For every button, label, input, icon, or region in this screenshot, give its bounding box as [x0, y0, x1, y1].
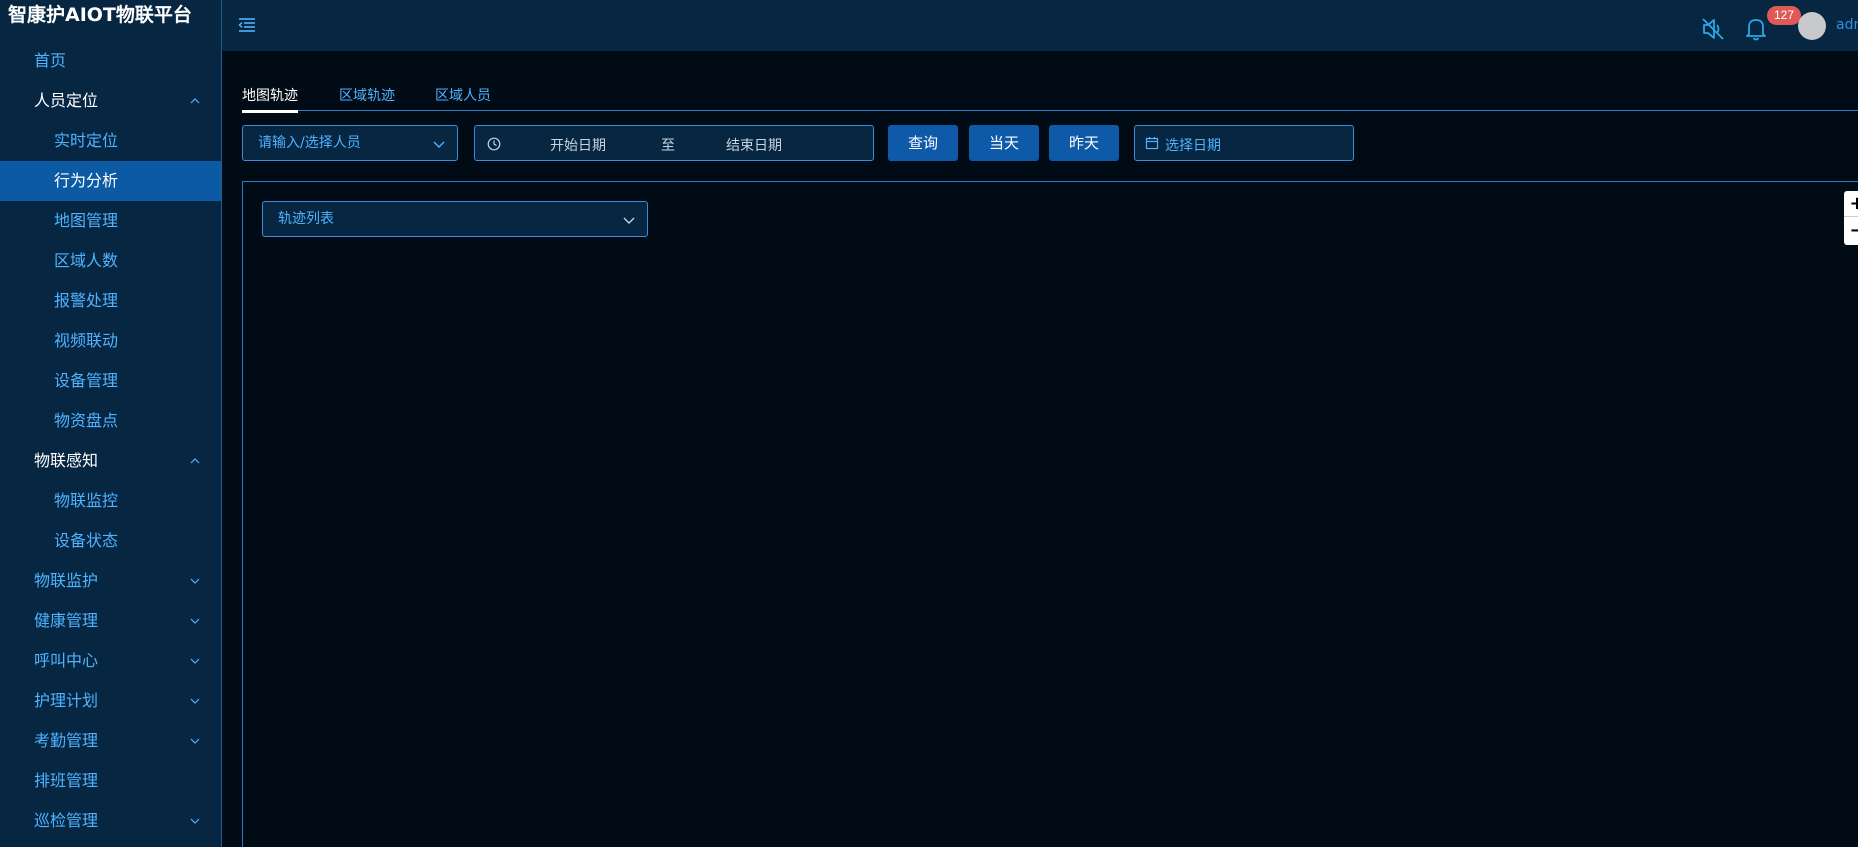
sidebar-item-20[interactable]: 巡检管理 [0, 801, 221, 841]
end-date-input[interactable]: 结束日期 [726, 135, 782, 155]
date-range-picker[interactable]: 开始日期 至 结束日期 [474, 125, 874, 161]
date-picker-placeholder: 选择日期 [1165, 138, 1221, 154]
sidebar-item-label: 首页 [34, 51, 67, 70]
sidebar-item-label: 区域人数 [54, 251, 119, 270]
sidebar-item-9[interactable]: 设备管理 [0, 361, 221, 401]
sidebar-item-10[interactable]: 物资盘点 [0, 401, 221, 441]
person-select-placeholder: 请输入/选择人员 [258, 135, 361, 151]
main-content: 地图轨迹 区域轨迹 区域人员 请输入/选择人员 开始日期 至 结束日期 查询 当… [222, 51, 1858, 847]
sidebar-item-4[interactable]: 行为分析 [0, 161, 221, 201]
sidebar-item-7[interactable]: 报警处理 [0, 281, 221, 321]
sidebar-item-label: 巡检管理 [34, 811, 99, 830]
sidebar-item-1[interactable]: 首页 [0, 41, 221, 81]
sidebar-item-13[interactable]: 设备状态 [0, 521, 221, 561]
sidebar-item-2[interactable]: 人员定位 [0, 81, 221, 121]
chevron-down-icon [190, 698, 200, 704]
avatar[interactable] [1798, 12, 1826, 40]
sidebar-item-label: 呼叫中心 [34, 651, 99, 670]
sidebar-item-label: 设备状态 [54, 531, 119, 550]
tab-area-track[interactable]: 区域轨迹 [339, 81, 395, 111]
sidebar-item-19[interactable]: 排班管理 [0, 761, 221, 801]
yesterday-button[interactable]: 昨天 [1049, 125, 1119, 161]
top-header: 127 adm [222, 0, 1858, 51]
zoom-in-button[interactable]: + [1844, 191, 1858, 217]
sidebar-item-3[interactable]: 实时定位 [0, 121, 221, 161]
today-button[interactable]: 当天 [969, 125, 1039, 161]
clock-icon [487, 137, 501, 151]
sidebar-menu: 首页人员定位实时定位行为分析地图管理区域人数报警处理视频联动设备管理物资盘点物联… [0, 41, 221, 841]
sidebar-item-label: 报警处理 [54, 291, 119, 310]
sidebar-item-label: 护理计划 [34, 691, 99, 710]
query-button[interactable]: 查询 [888, 125, 958, 161]
zoom-out-button[interactable]: − [1844, 218, 1858, 244]
person-select[interactable]: 请输入/选择人员 [242, 125, 458, 161]
sidebar-item-label: 地图管理 [54, 211, 119, 230]
sidebar-item-16[interactable]: 呼叫中心 [0, 641, 221, 681]
sidebar-item-label: 物资盘点 [54, 411, 119, 430]
sidebar-item-label: 物联感知 [34, 451, 99, 470]
track-list-select[interactable]: 轨迹列表 [262, 201, 648, 237]
range-separator: 至 [661, 138, 675, 154]
sidebar-item-8[interactable]: 视频联动 [0, 321, 221, 361]
username-link[interactable]: adm [1836, 17, 1858, 33]
track-list-label: 轨迹列表 [278, 211, 334, 227]
tab-area-personnel[interactable]: 区域人员 [435, 81, 491, 111]
notification-badge: 127 [1767, 6, 1801, 25]
sidebar-item-label: 物联监控 [54, 491, 119, 510]
sidebar-item-label: 人员定位 [34, 91, 99, 110]
sidebar-item-label: 设备管理 [54, 371, 119, 390]
menu-collapse-icon[interactable] [238, 16, 256, 34]
sidebar-item-17[interactable]: 护理计划 [0, 681, 221, 721]
app-title: 智康护AIOT物联平台 [8, 4, 192, 26]
sidebar-item-label: 健康管理 [34, 611, 99, 630]
sidebar-item-18[interactable]: 考勤管理 [0, 721, 221, 761]
sidebar-item-label: 视频联动 [54, 331, 119, 350]
sidebar-item-12[interactable]: 物联监控 [0, 481, 221, 521]
sidebar-item-14[interactable]: 物联监护 [0, 561, 221, 601]
sidebar-item-label: 物联监护 [34, 571, 99, 590]
chevron-down-icon [190, 618, 200, 624]
sidebar-item-5[interactable]: 地图管理 [0, 201, 221, 241]
calendar-icon [1145, 137, 1159, 150]
zoom-control: + − [1844, 191, 1858, 245]
sidebar-item-label: 实时定位 [54, 131, 119, 150]
map-panel[interactable]: 轨迹列表 + − [242, 181, 1858, 847]
bell-icon[interactable] [1744, 16, 1768, 42]
chevron-down-icon [433, 141, 445, 148]
chevron-down-icon [190, 818, 200, 824]
chevron-up-icon [190, 98, 200, 104]
tab-map-track[interactable]: 地图轨迹 [242, 81, 298, 113]
sidebar-item-15[interactable]: 健康管理 [0, 601, 221, 641]
sidebar-item-label: 行为分析 [54, 171, 119, 190]
sidebar-item-label: 排班管理 [34, 771, 99, 790]
chevron-down-icon [623, 217, 635, 224]
sidebar-item-11[interactable]: 物联感知 [0, 441, 221, 481]
sidebar-item-6[interactable]: 区域人数 [0, 241, 221, 281]
date-picker[interactable]: 选择日期 [1134, 125, 1354, 161]
chevron-down-icon [190, 578, 200, 584]
chevron-up-icon [190, 458, 200, 464]
sidebar-item-label: 考勤管理 [34, 731, 99, 750]
chevron-down-icon [190, 658, 200, 664]
chevron-down-icon [190, 738, 200, 744]
start-date-input[interactable]: 开始日期 [550, 135, 606, 155]
sound-muted-icon[interactable] [1700, 16, 1726, 42]
sidebar: 智康护AIOT物联平台 首页人员定位实时定位行为分析地图管理区域人数报警处理视频… [0, 0, 222, 847]
tab-bar: 地图轨迹 区域轨迹 区域人员 [242, 81, 1858, 113]
